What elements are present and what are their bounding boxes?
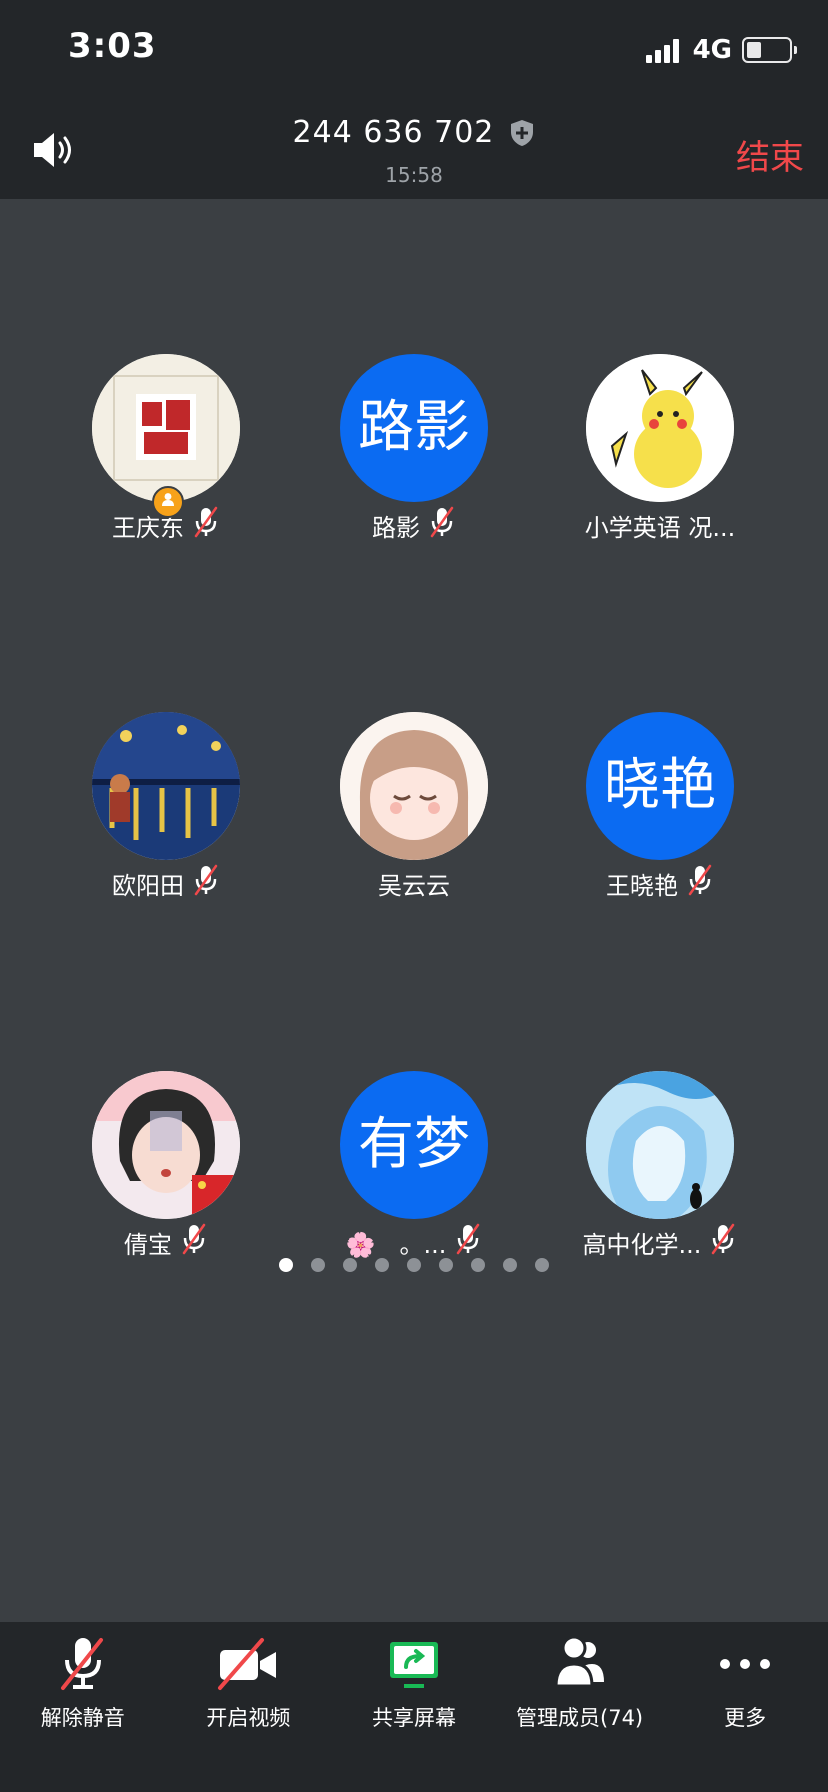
manage-members-label: 管理成员(74) xyxy=(516,1706,644,1730)
meeting-id: 244 636 702 xyxy=(292,115,495,150)
shield-icon xyxy=(511,119,534,146)
more-button[interactable]: 更多 xyxy=(662,1622,828,1792)
page-dot[interactable] xyxy=(439,1258,453,1272)
participant-namebar: 倩宝 xyxy=(46,1223,286,1261)
start-video-label: 开启视频 xyxy=(206,1706,291,1730)
share-screen-icon xyxy=(389,1642,438,1688)
mic-muted-icon xyxy=(180,1223,208,1261)
page-dot[interactable] xyxy=(375,1258,389,1272)
page-dot[interactable] xyxy=(471,1258,485,1272)
status-time: 3:03 xyxy=(68,26,157,66)
participant-tile[interactable]: 路影 路影 xyxy=(294,354,534,542)
avatar xyxy=(92,354,240,502)
status-indicators: 4G xyxy=(645,33,797,67)
participant-namebar: 小学英语 况... xyxy=(540,508,780,542)
participant-tile[interactable]: 晓艳王晓艳 xyxy=(540,712,780,900)
avatar xyxy=(586,1071,734,1219)
mic-muted-icon xyxy=(428,506,456,544)
avatar xyxy=(586,354,734,502)
mic-muted-icon xyxy=(192,506,220,544)
participant-namebar: 路影 xyxy=(294,506,534,544)
page-dot[interactable] xyxy=(279,1258,293,1272)
mic-muted-icon xyxy=(686,864,714,902)
mic-muted-icon xyxy=(192,864,220,902)
avatar: 有梦 xyxy=(340,1071,488,1219)
signal-icon xyxy=(645,37,679,63)
page-dot[interactable] xyxy=(503,1258,517,1272)
participant-name: 路影 xyxy=(372,513,420,542)
unmute-label: 解除静音 xyxy=(40,1706,125,1730)
battery-icon xyxy=(742,37,797,63)
participant-tile[interactable]: 王庆东 xyxy=(46,354,286,542)
avatar xyxy=(92,1071,240,1219)
participant-tile[interactable]: 欧阳田 xyxy=(46,712,286,900)
video-off-icon xyxy=(218,1638,277,1690)
host-badge-icon xyxy=(152,486,184,518)
page-indicator[interactable] xyxy=(0,1258,828,1272)
share-screen-label: 共享屏幕 xyxy=(371,1706,456,1730)
page-dot[interactable] xyxy=(311,1258,325,1272)
mic-muted-icon xyxy=(709,1223,737,1261)
participant-name: 🌸 。... xyxy=(345,1230,447,1259)
participant-name: 王晓艳 xyxy=(606,871,678,900)
start-video-button[interactable]: 开启视频 xyxy=(166,1622,332,1792)
more-label: 更多 xyxy=(724,1706,767,1730)
participant-name: 高中化学... xyxy=(582,1230,702,1259)
avatar xyxy=(92,712,240,860)
page-dot[interactable] xyxy=(535,1258,549,1272)
participant-name: 吴云云 xyxy=(378,871,450,900)
avatar: 晓艳 xyxy=(586,712,734,860)
bottom-toolbar: 解除静音 开启视频 共享屏幕 管理成员(74) 更多 xyxy=(0,1622,828,1792)
unmute-button[interactable]: 解除静音 xyxy=(0,1622,166,1792)
avatar xyxy=(340,712,488,860)
avatar: 路影 xyxy=(340,354,488,502)
microphone-muted-icon xyxy=(60,1638,103,1690)
participant-namebar: 🌸 。... xyxy=(294,1223,534,1261)
network-type: 4G xyxy=(692,35,732,65)
participant-tile[interactable]: 有梦 🌸 。... xyxy=(294,1071,534,1259)
more-icon xyxy=(720,1659,771,1669)
participant-namebar: 欧阳田 xyxy=(46,864,286,902)
top-bar: 3:03 4G 244 636 702 15:58 结束 xyxy=(0,0,828,199)
participant-tile[interactable]: 高中化学... xyxy=(540,1071,780,1259)
participant-namebar: 王晓艳 xyxy=(540,864,780,902)
end-meeting-button[interactable]: 结束 xyxy=(736,130,804,179)
participant-tile[interactable]: 倩宝 xyxy=(46,1071,286,1259)
meeting-info[interactable]: 244 636 702 xyxy=(0,115,828,150)
participant-tile[interactable]: 吴云云 xyxy=(294,712,534,900)
mic-muted-icon xyxy=(454,1223,482,1261)
members-icon xyxy=(554,1635,604,1688)
page-dot[interactable] xyxy=(343,1258,357,1272)
participant-tile[interactable]: 小学英语 况... xyxy=(540,354,780,542)
participant-name: 小学英语 况... xyxy=(584,513,736,542)
participant-namebar: 吴云云 xyxy=(294,866,534,900)
participant-name: 倩宝 xyxy=(124,1230,172,1259)
meeting-duration: 15:58 xyxy=(385,163,443,187)
participant-namebar: 高中化学... xyxy=(540,1223,780,1261)
page-dot[interactable] xyxy=(407,1258,421,1272)
share-screen-button[interactable]: 共享屏幕 xyxy=(331,1622,497,1792)
manage-members-button[interactable]: 管理成员(74) xyxy=(497,1622,663,1792)
participant-name: 欧阳田 xyxy=(112,871,184,900)
